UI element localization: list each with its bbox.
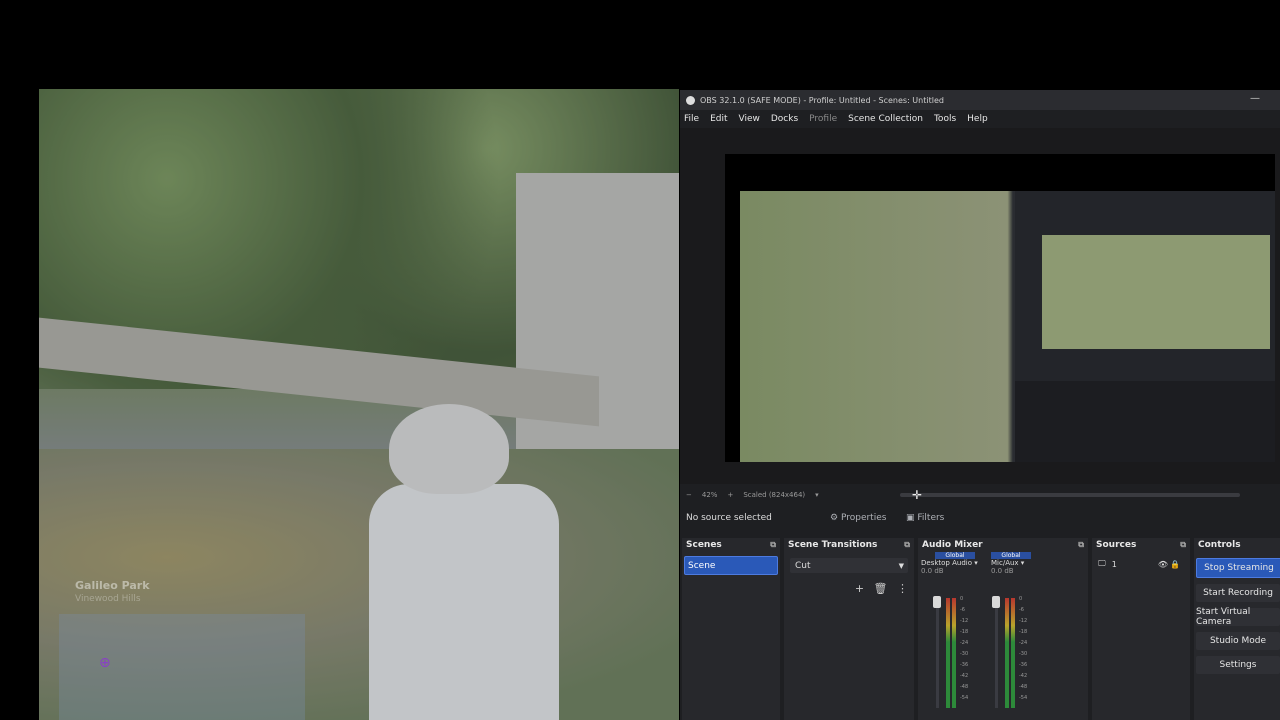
transitions-dock: Scene Transitions ⧉ Cut ▼ + 🗑 ⋮ <box>784 538 914 720</box>
nested-obs-window <box>1015 191 1275 462</box>
menu-tools[interactable]: Tools <box>934 114 956 124</box>
minimize-button[interactable]: — <box>1250 93 1260 104</box>
monitor-icon: 🖵 <box>1098 559 1106 568</box>
source-list-item[interactable]: 🖵 1 👁 🔒 <box>1098 558 1184 570</box>
nested-docks <box>1015 381 1275 462</box>
transitions-title: Scene Transitions <box>788 540 878 550</box>
channel-name-text: Desktop Audio <box>921 559 972 567</box>
properties-button[interactable]: ⚙ Properties <box>830 513 886 523</box>
level-meter-mic <box>1005 598 1009 708</box>
source-name: 1 <box>1111 559 1117 569</box>
menu-view[interactable]: View <box>739 114 760 124</box>
more-icon[interactable]: ⋮ <box>897 582 908 595</box>
volume-fader-desktop[interactable] <box>936 598 939 708</box>
obs-window: OBS 32.1.0 (SAFE MODE) - Profile: Untitl… <box>680 90 1280 720</box>
start-recording-button[interactable]: Start Recording <box>1196 584 1280 602</box>
obs-logo-icon <box>686 95 695 105</box>
undock-icon[interactable]: ⧉ <box>1078 540 1084 550</box>
channel-name[interactable]: Desktop Audio ▾ <box>921 559 991 567</box>
no-source-label: No source selected <box>686 513 772 523</box>
chevron-down-icon: ▼ <box>898 561 904 570</box>
minimap <box>59 614 305 720</box>
undock-icon[interactable]: ⧉ <box>904 540 910 550</box>
menu-scene-collection[interactable]: Scene Collection <box>848 114 923 124</box>
level-meter-mic <box>1011 598 1015 708</box>
filters-button[interactable]: ▣ Filters <box>906 513 944 523</box>
controls-header: Controls <box>1194 538 1280 552</box>
controls-title: Controls <box>1198 540 1241 550</box>
audio-mixer-dock: Audio Mixer ⧉ Global Desktop Audio ▾ 0.0… <box>918 538 1088 720</box>
zoom-out-button[interactable]: − <box>686 491 692 499</box>
channel-db: 0.0 dB <box>991 567 1014 575</box>
scenes-title: Scenes <box>686 540 722 550</box>
scale-label: Scaled (824x464) <box>743 491 806 499</box>
game-viewport: Galileo Park Vinewood Hills ⊕ <box>39 89 679 720</box>
fader-knob[interactable] <box>992 596 1000 608</box>
properties-label: Properties <box>840 513 887 523</box>
trash-icon[interactable]: 🗑 <box>874 582 888 595</box>
preview-area[interactable] <box>680 128 1280 484</box>
location-name: Galileo Park <box>75 579 150 592</box>
menu-file[interactable]: File <box>684 114 699 124</box>
mixer-channel-desktop: Global Desktop Audio ▾ 0.0 dB <box>921 552 991 575</box>
channel-tag: Global <box>935 552 975 559</box>
scene-list-item[interactable]: Scene <box>684 556 778 575</box>
preview-captured-screen <box>740 191 1275 462</box>
level-meter-desktop <box>952 598 956 708</box>
zoom-bar: − 42% + Scaled (824x464) ▾ ✛ <box>680 488 1280 502</box>
mixer-title: Audio Mixer <box>922 540 983 550</box>
player-marker-icon: ⊕ <box>99 655 111 671</box>
menu-docks[interactable]: Docks <box>771 114 798 124</box>
gear-icon: ⚙ <box>830 513 839 523</box>
location-subtitle: Vinewood Hills <box>75 594 141 604</box>
filter-icon: ▣ <box>906 513 915 523</box>
menu-bar: File Edit View Docks Profile Scene Colle… <box>680 110 1280 128</box>
sources-title: Sources <box>1096 540 1137 550</box>
undock-icon[interactable]: ⧉ <box>1180 540 1186 550</box>
filters-label: Filters <box>917 513 945 523</box>
transition-tools: + 🗑 ⋮ <box>849 582 908 595</box>
eye-icon[interactable]: 👁 <box>1158 560 1168 569</box>
volume-fader-mic[interactable] <box>995 598 998 708</box>
menu-profile[interactable]: Profile <box>809 114 837 124</box>
stop-streaming-button[interactable]: Stop Streaming <box>1196 558 1280 578</box>
transition-value: Cut <box>795 560 811 571</box>
window-title: OBS 32.1.0 (SAFE MODE) - Profile: Untitl… <box>700 95 944 105</box>
zoom-in-button[interactable]: + <box>727 491 733 499</box>
menu-help[interactable]: Help <box>967 114 988 124</box>
mixer-header: Audio Mixer ⧉ <box>918 538 1088 552</box>
level-meter-desktop <box>946 598 950 708</box>
db-scale: 0 -6 -12 -18 -24 -30 -36 -42 -48 -54 <box>960 596 969 701</box>
transition-select[interactable]: Cut ▼ <box>790 558 908 573</box>
channel-db: 0.0 dB <box>921 567 944 575</box>
studio-mode-button[interactable]: Studio Mode <box>1196 632 1280 650</box>
fader-knob[interactable] <box>933 596 941 608</box>
preview-canvas[interactable] <box>725 154 1275 462</box>
add-icon[interactable]: + <box>855 582 864 595</box>
scenes-dock: Scenes ⧉ Scene <box>682 538 780 720</box>
mixer-channel-mic: Global Mic/Aux ▾ 0.0 dB <box>991 552 1061 575</box>
settings-button[interactable]: Settings <box>1196 656 1280 674</box>
nested-preview <box>1042 235 1270 349</box>
scale-dropdown-icon[interactable]: ▾ <box>815 491 819 499</box>
channel-tag: Global <box>991 552 1031 559</box>
undock-icon[interactable]: ⧉ <box>770 540 776 550</box>
controls-dock: Controls Stop Streaming Start Recording … <box>1194 538 1280 720</box>
transitions-header: Scene Transitions ⧉ <box>784 538 914 552</box>
source-toolbar: No source selected ⚙ Properties ▣ Filter… <box>680 508 1280 528</box>
lock-icon[interactable]: 🔒 <box>1170 560 1180 569</box>
scenes-header: Scenes ⧉ <box>682 538 780 552</box>
move-cursor-icon: ✛ <box>912 488 923 502</box>
horizontal-scrollbar[interactable] <box>900 493 1240 497</box>
docks-area: Scenes ⧉ Scene Scene Transitions ⧉ Cut ▼… <box>680 538 1280 720</box>
zoom-value: 42% <box>701 491 718 499</box>
obs-titlebar[interactable]: OBS 32.1.0 (SAFE MODE) - Profile: Untitl… <box>680 90 1280 110</box>
menu-edit[interactable]: Edit <box>710 114 727 124</box>
sources-dock: Sources ⧉ 🖵 1 👁 🔒 <box>1092 538 1190 720</box>
channel-name-text: Mic/Aux <box>991 559 1019 567</box>
sources-header: Sources ⧉ <box>1092 538 1190 552</box>
db-scale: 0 -6 -12 -18 -24 -30 -36 -42 -48 -54 <box>1019 596 1028 701</box>
channel-name[interactable]: Mic/Aux ▾ <box>991 559 1061 567</box>
start-virtual-camera-button[interactable]: Start Virtual Camera <box>1196 607 1280 627</box>
